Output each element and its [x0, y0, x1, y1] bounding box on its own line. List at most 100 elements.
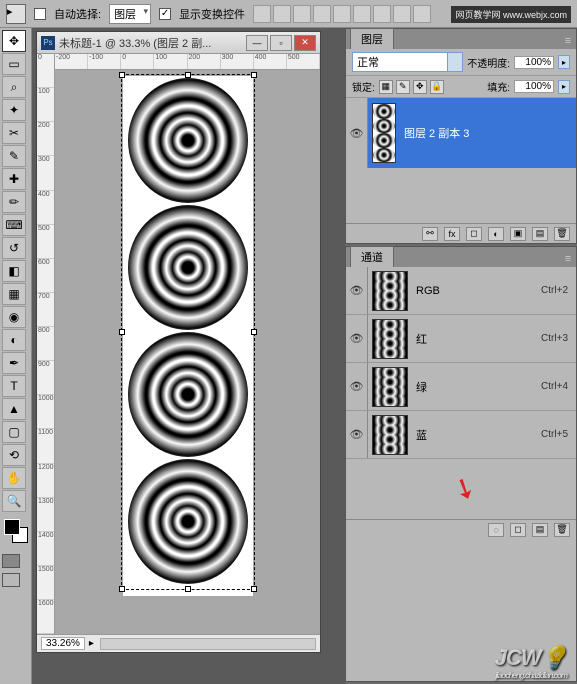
channel-thumbnail[interactable]	[372, 271, 408, 311]
auto-select-checkbox[interactable]	[34, 8, 46, 20]
channels-empty-area: ➘	[346, 459, 576, 519]
hand-tool-icon[interactable]: ✋	[2, 467, 26, 489]
move-tool-icon[interactable]: ✥	[2, 30, 26, 52]
channel-row[interactable]: 👁 绿 Ctrl+4	[346, 363, 576, 411]
lock-all-icon[interactable]: 🔒	[430, 80, 444, 94]
lock-pixels-icon[interactable]: ✎	[396, 80, 410, 94]
channel-thumbnail[interactable]	[372, 415, 408, 455]
save-selection-icon[interactable]: ◻	[510, 523, 526, 537]
channels-tab[interactable]: 通道	[350, 246, 394, 267]
visibility-toggle-icon[interactable]: 👁	[346, 363, 368, 410]
options-bar: ▸ 自动选择: 图层 显示变换控件 网页教学网 www.webjx.com	[0, 0, 577, 28]
layers-tab[interactable]: 图层	[350, 28, 394, 49]
shape-tool-icon[interactable]: ▢	[2, 421, 26, 443]
new-layer-icon[interactable]: ▤	[532, 227, 548, 241]
marquee-tool-icon[interactable]: ▭	[2, 53, 26, 75]
crop-tool-icon[interactable]: ✂	[2, 122, 26, 144]
fill-label: 填充:	[487, 79, 510, 94]
visibility-toggle-icon[interactable]: 👁	[346, 98, 368, 168]
align-icon[interactable]	[253, 5, 271, 23]
artwork-swirl	[128, 205, 248, 330]
layer-mask-icon[interactable]: ◻	[466, 227, 482, 241]
fill-flyout-icon[interactable]: ▸	[558, 80, 570, 94]
pen-tool-icon[interactable]: ✒	[2, 352, 26, 374]
layer-style-icon[interactable]: fx	[444, 227, 460, 241]
layer-name[interactable]: 图层 2 副本 3	[400, 125, 469, 141]
channel-thumbnail[interactable]	[372, 319, 408, 359]
canvas-area[interactable]	[55, 70, 320, 634]
show-transform-checkbox[interactable]	[159, 8, 171, 20]
color-swatches[interactable]	[2, 517, 29, 549]
align-icon[interactable]	[313, 5, 331, 23]
channel-name: 绿	[412, 379, 541, 395]
channel-shortcut: Ctrl+3	[541, 333, 576, 344]
artwork-swirl	[128, 332, 248, 457]
zoom-level[interactable]: 33.26%	[41, 637, 85, 650]
foreground-color-swatch[interactable]	[4, 519, 20, 535]
document-titlebar[interactable]: Ps 未标题-1 @ 33.3% (图层 2 副... — ▫ ✕	[37, 32, 320, 54]
layers-panel-footer: ⚯ fx ◻ ◐ ▣ ▤ 🗑	[346, 223, 576, 243]
align-icon[interactable]	[353, 5, 371, 23]
horizontal-scrollbar[interactable]	[100, 638, 316, 650]
delete-channel-icon[interactable]: 🗑	[554, 523, 570, 537]
align-icon[interactable]	[413, 5, 431, 23]
screen-mode-icon[interactable]	[2, 573, 20, 587]
minimize-button[interactable]: —	[246, 35, 268, 51]
history-brush-icon[interactable]: ↺	[2, 237, 26, 259]
visibility-toggle-icon[interactable]: 👁	[346, 315, 368, 362]
opacity-flyout-icon[interactable]: ▸	[558, 55, 570, 69]
type-tool-icon[interactable]: T	[2, 375, 26, 397]
layer-group-icon[interactable]: ▣	[510, 227, 526, 241]
channel-row[interactable]: 👁 红 Ctrl+3	[346, 315, 576, 363]
lasso-tool-icon[interactable]: ⌕	[2, 76, 26, 98]
status-arrow-icon[interactable]: ▸	[89, 638, 94, 649]
tool-preset-icon[interactable]: ▸	[6, 4, 26, 24]
channel-thumbnail[interactable]	[372, 367, 408, 407]
new-channel-icon[interactable]: ▤	[532, 523, 548, 537]
brush-tool-icon[interactable]: ✏	[2, 191, 26, 213]
eyedropper-tool-icon[interactable]: ✎	[2, 145, 26, 167]
align-icon[interactable]	[393, 5, 411, 23]
maximize-button[interactable]: ▫	[270, 35, 292, 51]
align-icon[interactable]	[373, 5, 391, 23]
healing-tool-icon[interactable]: ✚	[2, 168, 26, 190]
path-select-icon[interactable]: ▲	[2, 398, 26, 420]
channel-name: 蓝	[412, 427, 541, 443]
blur-tool-icon[interactable]: ◉	[2, 306, 26, 328]
delete-layer-icon[interactable]: 🗑	[554, 227, 570, 241]
zoom-tool-icon[interactable]: 🔍	[2, 490, 26, 512]
gradient-tool-icon[interactable]: ▦	[2, 283, 26, 305]
visibility-toggle-icon[interactable]: 👁	[346, 411, 368, 458]
auto-select-target-dropdown[interactable]: 图层	[109, 4, 151, 24]
layer-list[interactable]: 👁 图层 2 副本 3	[346, 98, 576, 223]
adjustment-layer-icon[interactable]: ◐	[488, 227, 504, 241]
3d-tool-icon[interactable]: ⟲	[2, 444, 26, 466]
stamp-tool-icon[interactable]: ⌨	[2, 214, 26, 236]
dodge-tool-icon[interactable]: ◐	[2, 329, 26, 351]
show-transform-label: 显示变换控件	[179, 6, 245, 22]
layers-panel: 图层 ≡ 正常 不透明度: 100% ▸ 锁定: ▦ ✎ ✥ 🔒	[345, 28, 577, 244]
layer-row[interactable]: 👁 图层 2 副本 3	[346, 98, 576, 168]
quick-mask-icon[interactable]	[2, 554, 20, 568]
eraser-tool-icon[interactable]: ◧	[2, 260, 26, 282]
lock-position-icon[interactable]: ✥	[413, 80, 427, 94]
load-selection-icon[interactable]: ◌	[488, 523, 504, 537]
wand-tool-icon[interactable]: ✦	[2, 99, 26, 121]
visibility-toggle-icon[interactable]: 👁	[346, 267, 368, 314]
channel-list[interactable]: 👁 RGB Ctrl+2 👁 红 Ctrl+3 👁 绿	[346, 267, 576, 459]
canvas[interactable]	[123, 76, 253, 596]
close-button[interactable]: ✕	[294, 35, 316, 51]
channel-row[interactable]: 👁 RGB Ctrl+2	[346, 267, 576, 315]
channel-row[interactable]: 👁 蓝 Ctrl+5	[346, 411, 576, 459]
panel-menu-icon[interactable]: ≡	[560, 251, 576, 267]
panel-menu-icon[interactable]: ≡	[560, 33, 576, 49]
link-layers-icon[interactable]: ⚯	[422, 227, 438, 241]
opacity-input[interactable]: 100%	[514, 56, 554, 69]
fill-input[interactable]: 100%	[514, 80, 554, 93]
blend-mode-dropdown[interactable]: 正常	[352, 52, 463, 72]
lock-transparency-icon[interactable]: ▦	[379, 80, 393, 94]
layer-thumbnail[interactable]	[372, 103, 396, 163]
align-icon[interactable]	[293, 5, 311, 23]
align-icon[interactable]	[333, 5, 351, 23]
align-icon[interactable]	[273, 5, 291, 23]
